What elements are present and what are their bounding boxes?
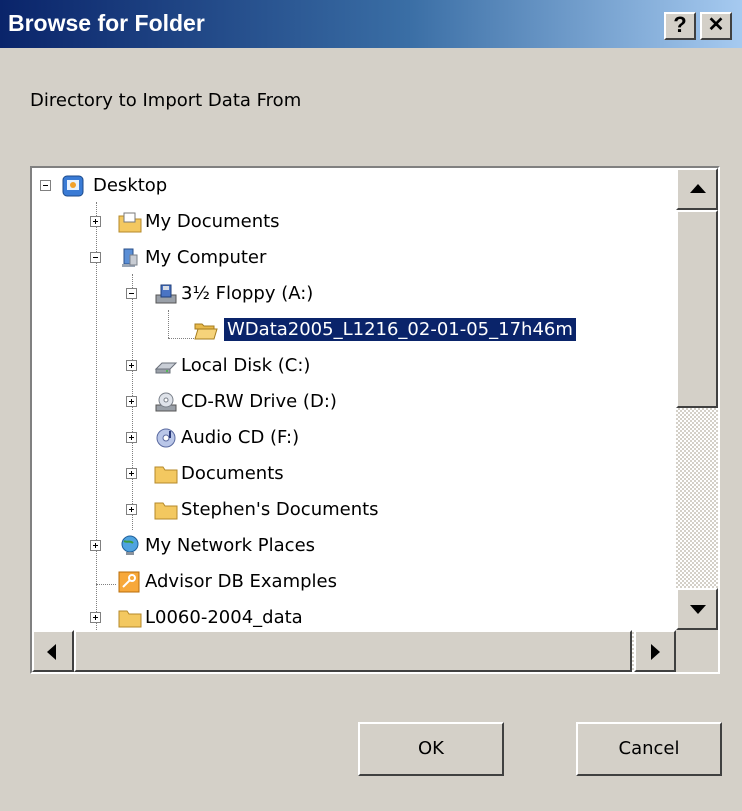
desktop-icon	[62, 175, 86, 197]
tree-content: Desktop My Documents My Computer 3½ Flop…	[32, 168, 676, 630]
audio-cd-icon	[154, 427, 178, 449]
tree-item-label: CD-RW Drive (D:)	[181, 391, 337, 412]
cancel-button[interactable]: Cancel	[576, 722, 722, 776]
network-places-icon	[118, 535, 142, 557]
arrow-up-icon	[690, 184, 706, 193]
tree-item-label: L0060-2004_data	[145, 607, 303, 628]
scroll-up-button[interactable]	[676, 168, 718, 210]
window-title: Browse for Folder	[8, 10, 205, 36]
tree-item-label: Desktop	[93, 175, 168, 196]
expand-toggle[interactable]	[126, 432, 137, 443]
title-bar[interactable]: Browse for Folder ? ✕	[0, 0, 742, 48]
folder-tree[interactable]: Desktop My Documents My Computer 3½ Flop…	[30, 166, 720, 674]
scroll-right-button[interactable]	[634, 630, 676, 672]
tree-item-label: Advisor DB Examples	[145, 571, 337, 592]
expand-toggle[interactable]	[126, 396, 137, 407]
tree-line	[168, 338, 194, 339]
scrollbar-corner	[676, 630, 718, 672]
arrow-right-icon	[651, 644, 660, 660]
horizontal-scrollbar[interactable]	[32, 630, 676, 672]
tree-item-label: Documents	[181, 463, 284, 484]
expand-toggle[interactable]	[90, 612, 101, 623]
scroll-down-button[interactable]	[676, 588, 718, 630]
expand-toggle[interactable]	[126, 504, 137, 515]
collapse-toggle[interactable]	[40, 180, 51, 191]
ok-button[interactable]: OK	[358, 722, 504, 776]
arrow-down-icon	[690, 605, 706, 614]
horizontal-scroll-thumb[interactable]	[74, 630, 632, 672]
tree-item-label: Local Disk (C:)	[181, 355, 311, 376]
open-folder-icon	[194, 319, 218, 341]
tree-item-label: WData2005_L1216_02-01-05_17h46m	[223, 317, 577, 342]
tree-item-label: Audio CD (F:)	[181, 427, 300, 448]
local-disk-icon	[154, 355, 178, 377]
tree-line	[96, 584, 116, 585]
vertical-scroll-thumb[interactable]	[676, 210, 718, 408]
folder-icon	[118, 607, 142, 629]
tree-item-label: My Network Places	[145, 535, 316, 556]
close-button[interactable]: ✕	[700, 12, 732, 40]
dialog-prompt: Directory to Import Data From	[30, 90, 302, 111]
tree-item-label: My Documents	[145, 211, 280, 232]
help-button[interactable]: ?	[664, 12, 696, 40]
expand-toggle[interactable]	[90, 216, 101, 227]
scroll-left-button[interactable]	[32, 630, 74, 672]
expand-toggle[interactable]	[126, 360, 137, 371]
tree-item-label: My Computer	[145, 247, 267, 268]
expand-toggle[interactable]	[90, 540, 101, 551]
my-computer-icon	[118, 247, 142, 269]
vertical-scrollbar[interactable]	[676, 168, 718, 630]
collapse-toggle[interactable]	[90, 252, 101, 263]
tree-item-label: Stephen's Documents	[181, 499, 379, 520]
arrow-left-icon	[47, 644, 56, 660]
expand-toggle[interactable]	[126, 468, 137, 479]
tree-line	[96, 202, 97, 630]
shortcut-key-icon	[118, 571, 142, 593]
my-documents-icon	[118, 211, 142, 233]
folder-icon	[154, 499, 178, 521]
collapse-toggle[interactable]	[126, 288, 137, 299]
tree-line	[168, 310, 169, 338]
cd-drive-icon	[154, 391, 178, 413]
tree-item-label: 3½ Floppy (A:)	[181, 283, 314, 304]
floppy-drive-icon	[154, 283, 178, 305]
folder-icon	[154, 463, 178, 485]
